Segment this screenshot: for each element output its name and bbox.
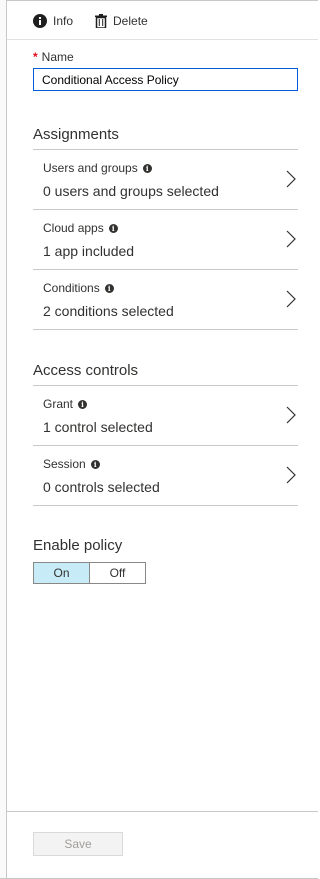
info-button[interactable]: Info xyxy=(33,14,73,28)
required-marker: * xyxy=(33,50,38,64)
enable-policy-heading: Enable policy xyxy=(33,537,123,554)
policy-blade: Info Delete *Name Assignments Users and … xyxy=(0,0,318,879)
info-icon xyxy=(33,14,47,28)
toggle-off-option[interactable]: Off xyxy=(90,563,145,583)
chevron-right-icon xyxy=(286,230,296,248)
save-button[interactable]: Save xyxy=(33,832,123,856)
footer-divider xyxy=(7,811,318,812)
name-label-text: Name xyxy=(41,50,74,64)
command-bar: Info Delete xyxy=(33,10,148,32)
users-and-groups-label: Users and groups xyxy=(43,161,138,175)
info-icon[interactable]: i xyxy=(90,459,100,469)
chevron-right-icon xyxy=(286,406,296,424)
name-input[interactable] xyxy=(33,68,298,91)
name-field-label: * Name xyxy=(33,50,74,64)
delete-button[interactable]: Delete xyxy=(95,14,148,28)
item-label-row: Grant i xyxy=(43,397,88,411)
trash-icon xyxy=(95,14,108,28)
session-label: Session xyxy=(43,457,86,471)
info-icon[interactable]: i xyxy=(108,223,118,233)
conditions-value: 2 conditions selected xyxy=(43,303,174,319)
grant-value: 1 control selected xyxy=(43,419,153,435)
grant-label: Grant xyxy=(43,397,74,411)
info-icon[interactable]: i xyxy=(142,163,152,173)
enable-policy-toggle: On Off xyxy=(33,562,146,584)
users-and-groups-value: 0 users and groups selected xyxy=(43,183,219,199)
chevron-right-icon xyxy=(286,170,296,188)
info-icon[interactable]: i xyxy=(104,283,114,293)
toolbar-divider xyxy=(7,39,318,40)
blade-left-edge xyxy=(0,0,7,879)
conditions-label: Conditions xyxy=(43,281,100,295)
assignments-heading: Assignments xyxy=(33,126,119,143)
access-controls-heading: Access controls xyxy=(33,362,139,379)
item-label-row: Cloud apps i xyxy=(43,221,118,235)
blade-top-edge xyxy=(7,0,318,1)
delete-label: Delete xyxy=(113,14,148,28)
info-icon[interactable]: i xyxy=(78,399,88,409)
session-value: 0 controls selected xyxy=(43,479,160,495)
cloud-apps-item[interactable]: Cloud apps i 1 app included xyxy=(33,209,298,269)
chevron-right-icon xyxy=(286,466,296,484)
grant-item[interactable]: Grant i 1 control selected xyxy=(33,385,298,445)
item-label-row: Users and groups i xyxy=(43,161,152,175)
session-item[interactable]: Session i 0 controls selected xyxy=(33,445,298,506)
conditions-item[interactable]: Conditions i 2 conditions selected xyxy=(33,269,298,330)
cloud-apps-value: 1 app included xyxy=(43,243,135,259)
chevron-right-icon xyxy=(286,290,296,308)
info-label: Info xyxy=(53,14,74,28)
users-and-groups-item[interactable]: Users and groups i 0 users and groups se… xyxy=(33,149,298,209)
item-label-row: Conditions i xyxy=(43,281,114,295)
toggle-on-option[interactable]: On xyxy=(34,563,90,583)
cloud-apps-label: Cloud apps xyxy=(43,221,104,235)
item-label-row: Session i xyxy=(43,457,100,471)
